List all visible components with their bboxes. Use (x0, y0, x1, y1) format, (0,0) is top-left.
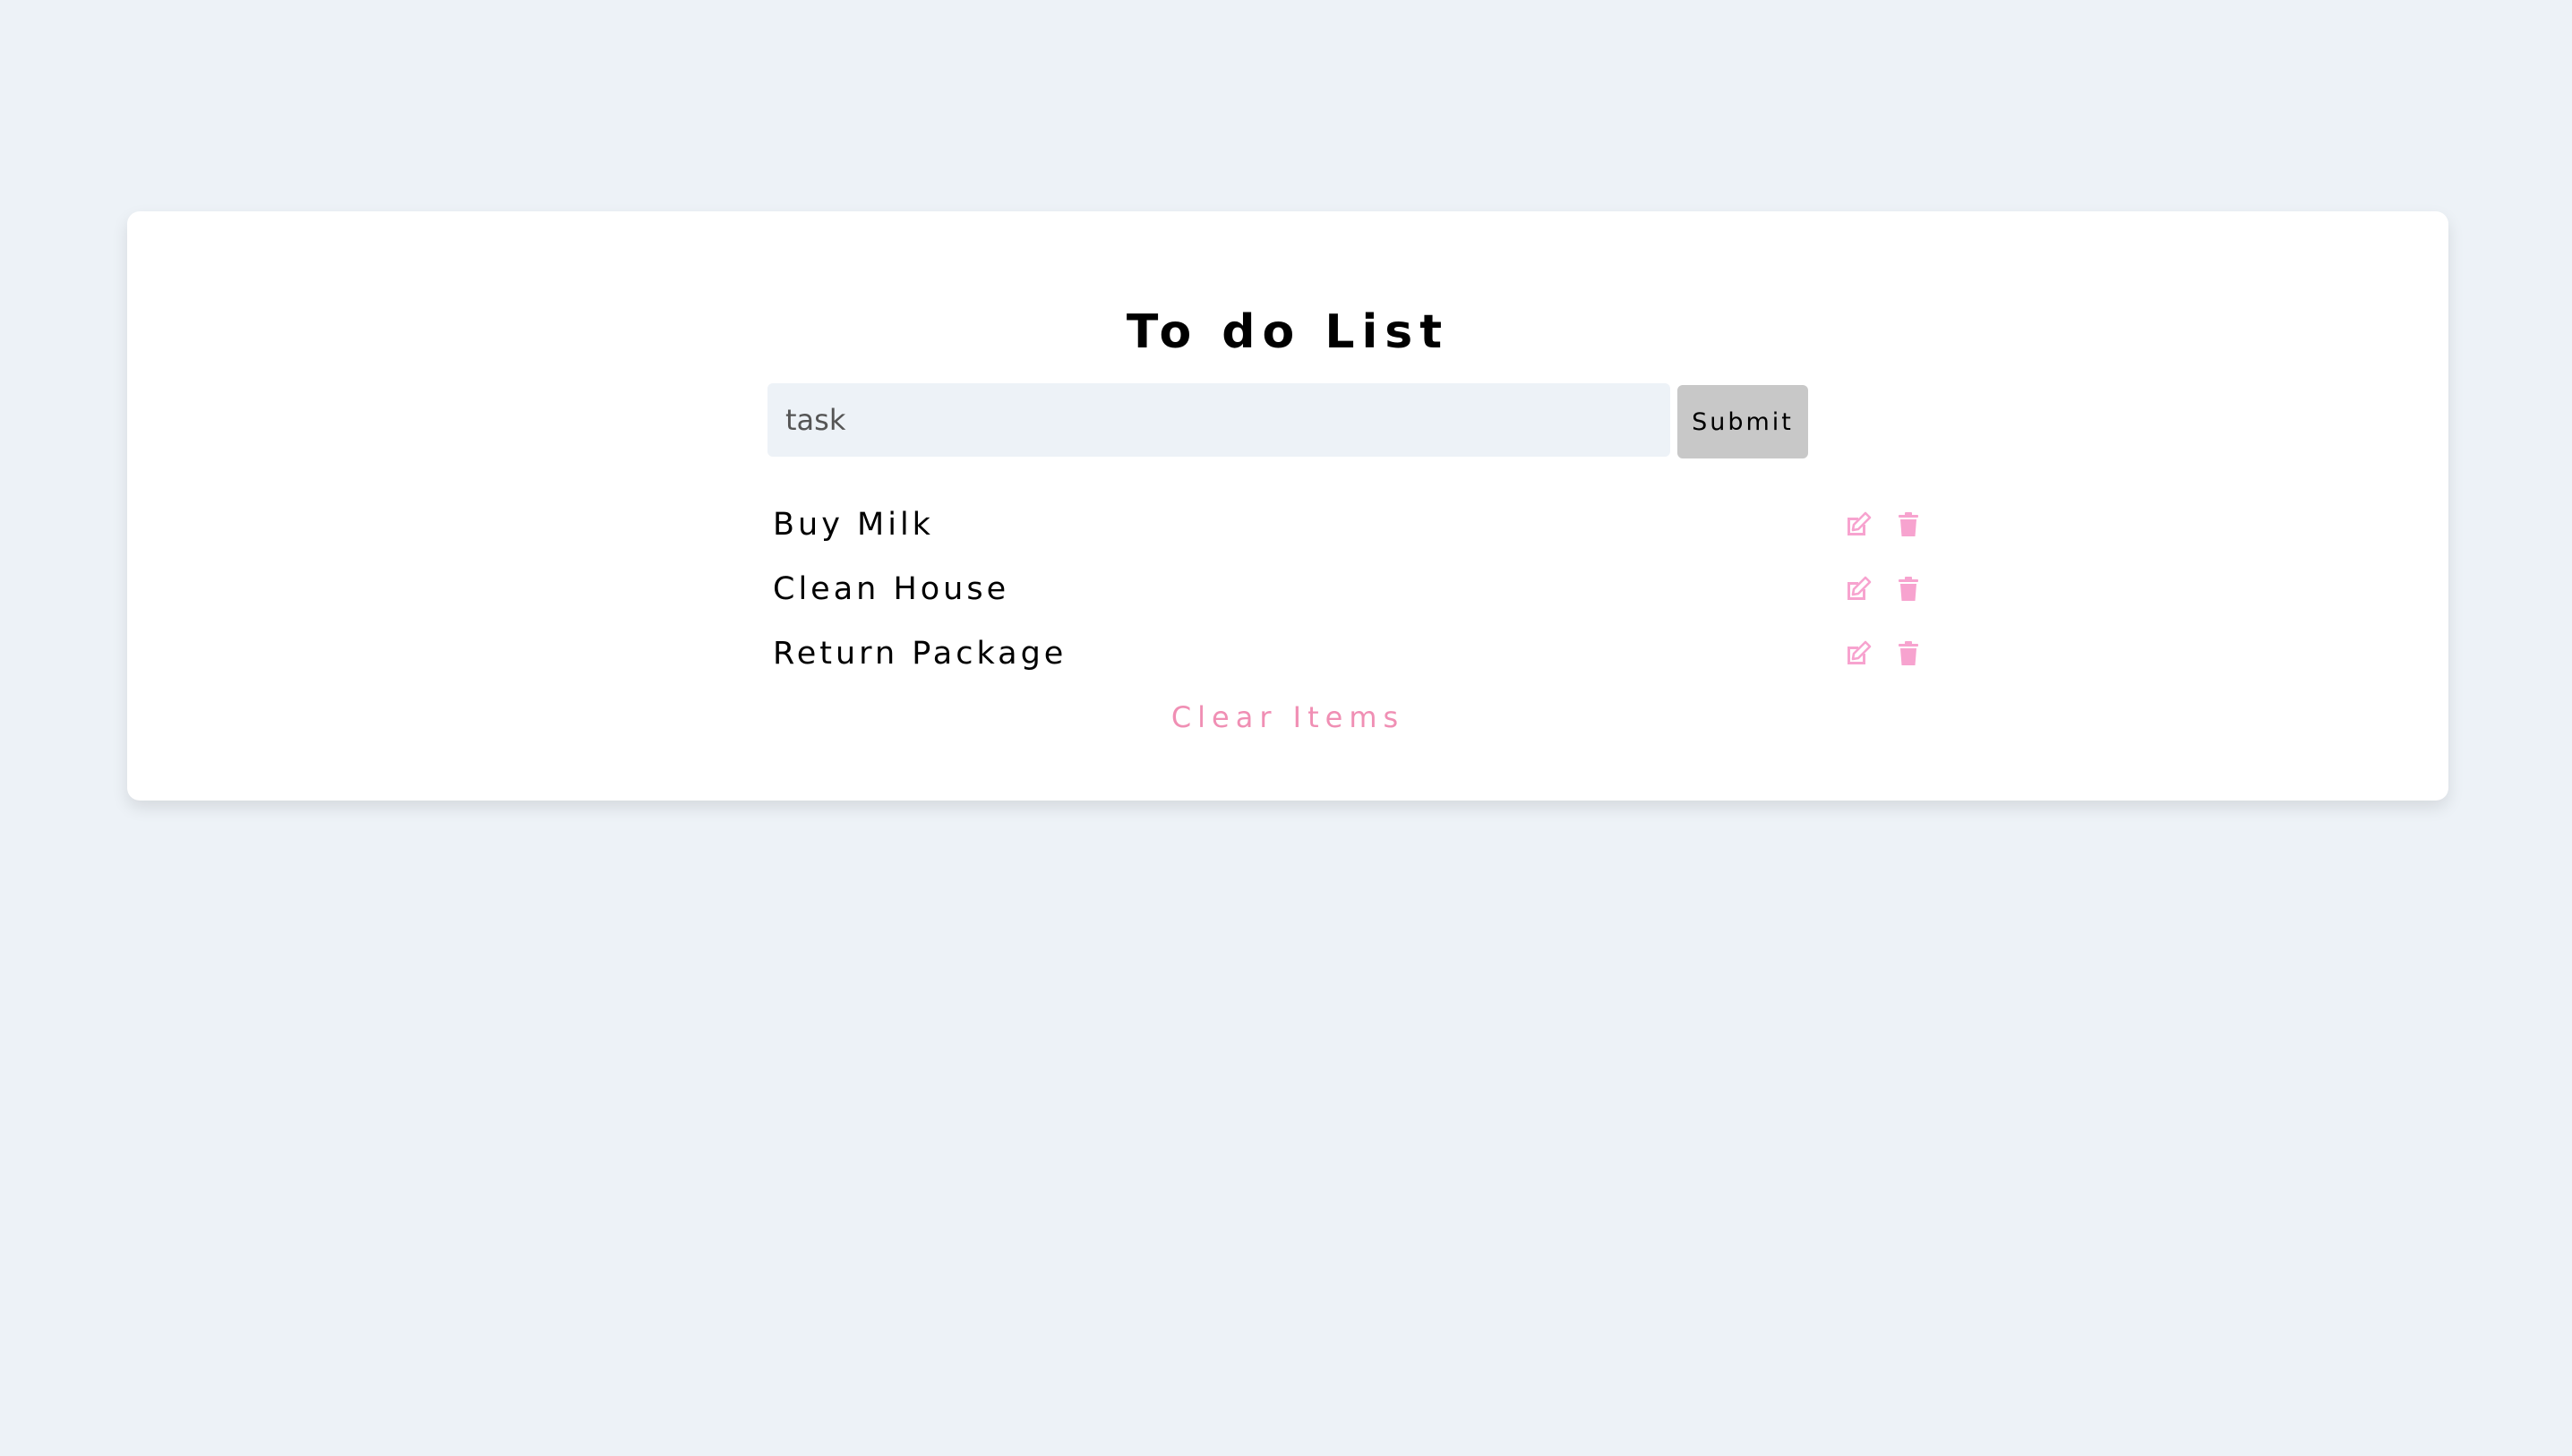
list-item: Buy Milk (767, 498, 1918, 562)
delete-button[interactable] (1892, 509, 1925, 541)
clear-items-button[interactable]: Clear Items (767, 695, 1808, 740)
edit-icon (1848, 640, 1872, 664)
task-list: Buy Milk Clean House Return Package (767, 498, 1918, 691)
list-item: Clean House (767, 562, 1918, 627)
trash-icon (1899, 641, 1918, 665)
task-input[interactable] (767, 383, 1670, 457)
submit-button[interactable]: Submit (1677, 385, 1808, 458)
edit-button[interactable] (1842, 573, 1874, 605)
task-label: Clean House (773, 571, 1010, 607)
task-form: Submit (767, 383, 1808, 458)
edit-icon (1848, 511, 1872, 535)
task-label: Buy Milk (773, 507, 934, 543)
delete-button[interactable] (1892, 573, 1925, 605)
task-label: Return Package (773, 636, 1067, 672)
edit-button[interactable] (1842, 638, 1874, 670)
todo-card: To do List Submit Buy Milk (127, 211, 2448, 801)
edit-button[interactable] (1842, 509, 1874, 541)
list-item: Return Package (767, 627, 1918, 691)
trash-icon (1899, 577, 1918, 601)
edit-icon (1848, 576, 1872, 600)
delete-button[interactable] (1892, 638, 1925, 670)
page-title: To do List (1126, 305, 1450, 359)
todo-container: To do List Submit Buy Milk (767, 211, 1918, 801)
trash-icon (1899, 512, 1918, 536)
